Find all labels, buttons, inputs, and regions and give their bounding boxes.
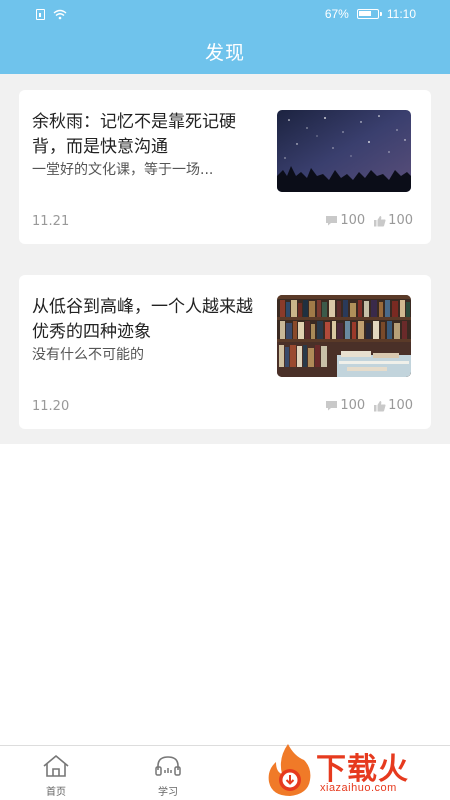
watermark: 下载火 xiazaihuo.com [264,742,450,800]
comment-count-value: 100 [340,398,366,413]
comment-count-value: 100 [340,213,366,228]
article-stats: 100 100 [317,213,413,228]
headset-icon [155,756,181,776]
article-subtitle: 没有什么不可能的 [32,347,144,363]
comment-icon [326,216,338,226]
article-stats: 100 100 [317,398,413,413]
clock: 11:10 [386,7,416,21]
bookshelf-thumbnail [277,295,411,377]
comment-count[interactable]: 100 [325,213,365,228]
page-title: 发现 [204,42,245,64]
thumbs-up-icon [374,215,386,226]
top-header: 67% 11:10 发现 [0,0,450,74]
article-card[interactable]: 余秋雨：记忆不是靠死记硬背，而是快意沟通 一堂好的文化课，等于一场... 11.… [19,90,431,244]
nav-item-study[interactable]: 学习 [138,754,198,798]
nav-label-study: 学习 [158,787,178,798]
article-title: 余秋雨：记忆不是靠死记硬背，而是快意沟通 [32,112,236,157]
wifi-icon [53,9,67,19]
comment-icon [326,401,338,411]
nav-item-home[interactable]: 首页 [26,754,86,798]
battery-percent: 67% [324,7,349,21]
article-title: 从低谷到高峰，一个人越来越优秀的四种迹象 [32,297,253,342]
like-count-value: 100 [388,398,413,413]
sim-icon [36,8,45,20]
battery-icon [356,9,382,19]
nav-label-home: 首页 [46,787,66,798]
like-count-value: 100 [388,213,413,228]
like-count[interactable]: 100 [373,398,413,413]
article-card[interactable]: 从低谷到高峰，一个人越来越优秀的四种迹象 没有什么不可能的 11.20 100 … [19,275,431,429]
thumbs-up-icon [374,400,386,411]
article-date: 11.20 [32,399,70,414]
like-count[interactable]: 100 [373,213,413,228]
article-subtitle: 一堂好的文化课，等于一场... [32,162,214,178]
starry-night-thumbnail [277,110,411,192]
home-icon [43,755,69,777]
watermark-site: xiazaihuo.com [320,782,397,794]
article-feed: 余秋雨：记忆不是靠死记硬背，而是快意沟通 一堂好的文化课，等于一场... 11.… [0,74,450,444]
comment-count[interactable]: 100 [325,398,365,413]
article-date: 11.21 [32,214,70,229]
status-bar: 67% 11:10 [0,0,450,28]
flame-logo-icon [268,744,311,796]
